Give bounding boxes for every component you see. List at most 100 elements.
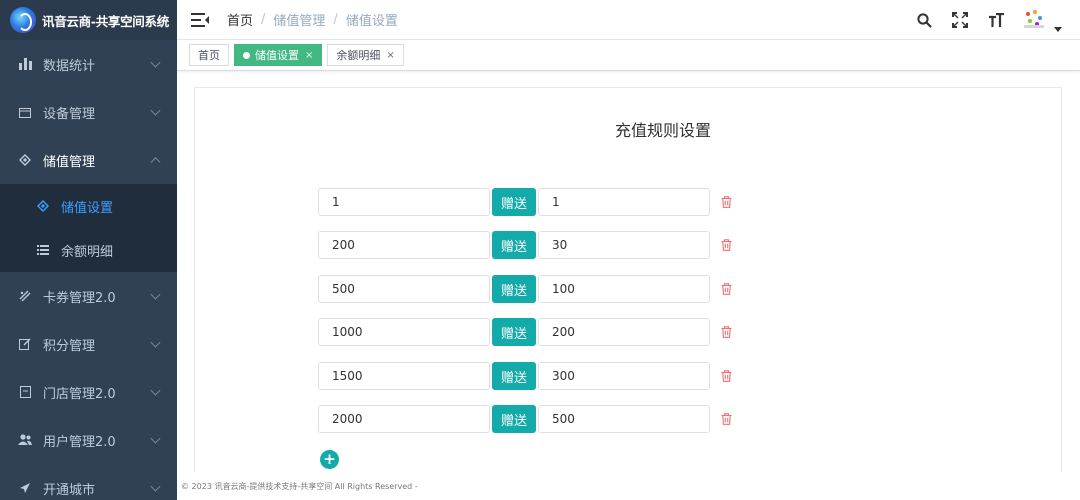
wallet-icon	[17, 152, 33, 168]
chevron-down-icon	[150, 57, 161, 68]
tags-view: 首页 储值设置 × 余额明细 ×	[177, 40, 1080, 71]
font-size-icon[interactable]	[986, 10, 1006, 30]
chevron-down-icon	[150, 289, 161, 300]
trash-icon[interactable]	[719, 195, 733, 209]
sidebar-menu: 数据统计 设备管理 储值管理 储值设置 余额明细 卡券管理2.0 积分管理 门店…	[0, 40, 177, 500]
users-icon	[17, 432, 33, 448]
search-icon[interactable]	[914, 10, 934, 30]
give-button[interactable]: 赠送	[492, 188, 536, 216]
rule-row: 赠送	[318, 231, 733, 259]
menu-toggle-icon[interactable]	[191, 12, 209, 27]
chevron-up-icon	[150, 157, 161, 168]
setting-icon	[35, 198, 51, 214]
sidebar-item-points[interactable]: 积分管理	[0, 320, 177, 368]
app-title: 讯音云商-共享空间系统	[42, 13, 169, 29]
list-icon	[35, 242, 51, 258]
sidebar-item-data-stats[interactable]: 数据统计	[0, 40, 177, 88]
trash-icon[interactable]	[719, 369, 733, 383]
sidebar-item-stored-value-settings[interactable]: 储值设置	[0, 184, 177, 228]
bar-chart-icon	[17, 56, 33, 72]
recharge-amount-input[interactable]	[318, 188, 490, 216]
sidebar: 讯音云商-共享空间系统 数据统计 设备管理 储值管理 储值设置 余额明细 卡券管…	[0, 0, 177, 500]
coupon-icon	[17, 288, 33, 304]
tab-label: 首页	[198, 49, 220, 62]
recharge-amount-input[interactable]	[318, 275, 490, 303]
chevron-down-icon	[150, 385, 161, 396]
sidebar-item-balance-detail[interactable]: 余额明细	[0, 228, 177, 272]
sidebar-item-label: 设备管理	[43, 106, 96, 122]
sidebar-item-stores[interactable]: 门店管理2.0	[0, 368, 177, 416]
sidebar-item-devices[interactable]: 设备管理	[0, 88, 177, 136]
bonus-amount-input[interactable]	[538, 188, 710, 216]
device-icon	[17, 104, 33, 120]
logo-icon	[10, 7, 36, 33]
caret-down-icon[interactable]	[1054, 26, 1062, 32]
sidebar-item-coupons[interactable]: 卡券管理2.0	[0, 272, 177, 320]
tab-home[interactable]: 首页	[189, 44, 229, 66]
trash-icon[interactable]	[719, 412, 733, 426]
breadcrumb: 首页 / 储值管理 / 储值设置	[227, 10, 398, 29]
chevron-down-icon	[150, 433, 161, 444]
give-button[interactable]: 赠送	[492, 275, 536, 303]
logo[interactable]: 讯音云商-共享空间系统	[0, 0, 177, 40]
tab-stored-value-settings[interactable]: 储值设置 ×	[234, 44, 323, 66]
give-button[interactable]: 赠送	[492, 231, 536, 259]
navbar-actions	[914, 0, 1062, 40]
recharge-amount-input[interactable]	[318, 231, 490, 259]
sidebar-item-users[interactable]: 用户管理2.0	[0, 416, 177, 464]
sidebar-item-label: 数据统计	[43, 58, 96, 74]
bonus-amount-input[interactable]	[538, 231, 710, 259]
rule-row: 赠送	[318, 275, 733, 303]
sidebar-item-label: 门店管理2.0	[43, 386, 116, 402]
recharge-amount-input[interactable]	[318, 362, 490, 390]
recharge-amount-input[interactable]	[318, 318, 490, 346]
edit-icon	[17, 336, 33, 352]
give-button[interactable]: 赠送	[492, 362, 536, 390]
rule-row: 赠送	[318, 362, 733, 390]
fullscreen-icon[interactable]	[950, 10, 970, 30]
store-icon	[17, 384, 33, 400]
close-icon[interactable]: ×	[305, 50, 313, 61]
give-button[interactable]: 赠送	[492, 318, 536, 346]
navbar: 首页 / 储值管理 / 储值设置	[177, 0, 1080, 40]
chevron-down-icon	[150, 337, 161, 348]
chevron-down-icon	[150, 105, 161, 116]
bonus-amount-input[interactable]	[538, 318, 710, 346]
bonus-amount-input[interactable]	[538, 362, 710, 390]
chevron-down-icon	[150, 481, 161, 492]
sidebar-item-label: 用户管理2.0	[43, 434, 116, 450]
sidebar-item-stored-value[interactable]: 储值管理	[0, 136, 177, 184]
bonus-amount-input[interactable]	[538, 275, 710, 303]
recharge-amount-input[interactable]	[318, 405, 490, 433]
sidebar-item-label: 卡券管理2.0	[43, 290, 116, 306]
rule-row: 赠送	[318, 318, 733, 346]
bonus-amount-input[interactable]	[538, 405, 710, 433]
main-area: 首页 / 储值管理 / 储值设置 首页 储值设置 × 余额明细 × 充值规则设置…	[177, 0, 1080, 500]
location-icon	[17, 480, 33, 496]
sidebar-submenu: 储值设置 余额明细	[0, 184, 177, 272]
trash-icon[interactable]	[719, 282, 733, 296]
recharge-rules-panel: 充值规则设置 赠送 赠送 赠送 赠送 赠送	[194, 87, 1062, 477]
sidebar-item-label: 开通城市	[43, 482, 96, 498]
tab-balance-detail[interactable]: 余额明细 ×	[327, 44, 404, 66]
tab-label: 余额明细	[336, 49, 381, 62]
avatar[interactable]	[1022, 8, 1046, 32]
add-rule-button[interactable]: +	[320, 450, 339, 469]
breadcrumb-home[interactable]: 首页	[227, 10, 253, 29]
sidebar-item-cities[interactable]: 开通城市	[0, 464, 177, 500]
close-icon[interactable]: ×	[386, 50, 394, 61]
give-button[interactable]: 赠送	[492, 405, 536, 433]
active-dot-icon	[243, 51, 250, 59]
sidebar-item-label: 储值管理	[43, 154, 96, 170]
panel-title: 充值规则设置	[614, 121, 711, 140]
breadcrumb-section: 储值管理	[273, 14, 326, 29]
tab-label: 储值设置	[255, 49, 299, 62]
sidebar-item-label: 余额明细	[61, 244, 114, 260]
sidebar-item-label: 积分管理	[43, 338, 96, 354]
breadcrumb-current: 储值设置	[345, 14, 398, 29]
trash-icon[interactable]	[719, 238, 733, 252]
rule-row: 赠送	[318, 405, 733, 433]
rule-row: 赠送	[318, 188, 733, 216]
trash-icon[interactable]	[719, 325, 733, 339]
breadcrumb-separator: /	[261, 12, 266, 27]
